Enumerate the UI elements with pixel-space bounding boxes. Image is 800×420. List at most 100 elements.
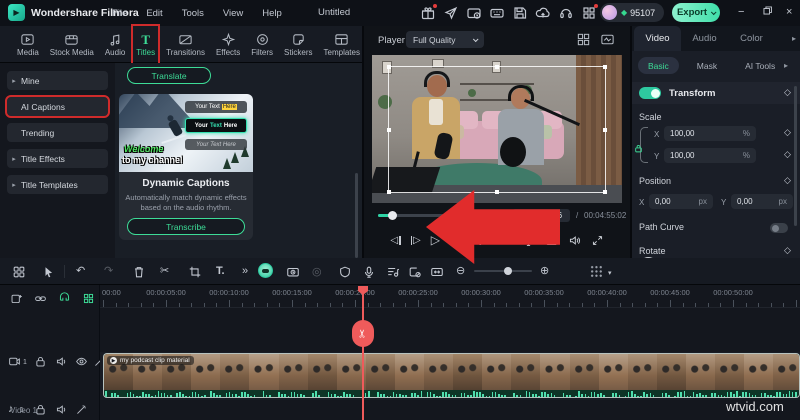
menu-edit[interactable]: Edit bbox=[146, 8, 162, 19]
preview-mode-icon[interactable] bbox=[600, 32, 615, 52]
tab-audio[interactable]: Audio bbox=[681, 26, 728, 51]
subtabs-overflow-chevron-icon[interactable]: ▸ bbox=[784, 61, 788, 70]
menu-view[interactable]: View bbox=[223, 8, 243, 19]
scale-y-keyframe-icon[interactable]: ◇ bbox=[784, 149, 791, 160]
tab-audio[interactable]: Audio bbox=[102, 26, 128, 63]
select-tool-icon[interactable] bbox=[42, 265, 56, 283]
gift-icon[interactable] bbox=[420, 4, 437, 21]
content-scrollbar[interactable] bbox=[355, 173, 358, 258]
transform-bounding-box[interactable] bbox=[387, 65, 607, 194]
audio-lock-icon[interactable] bbox=[34, 403, 47, 419]
tab-media[interactable]: Media bbox=[14, 26, 42, 63]
restore-button[interactable] bbox=[762, 5, 773, 19]
translate-button[interactable]: Translate bbox=[127, 67, 211, 84]
sidebar-item-ai-captions[interactable]: AI Captions bbox=[5, 95, 110, 118]
zoom-in-icon[interactable]: ⊕ bbox=[540, 264, 549, 278]
crop-icon[interactable] bbox=[188, 265, 202, 283]
add-track-icon[interactable] bbox=[10, 292, 23, 308]
tab-filters[interactable]: Filters bbox=[248, 26, 276, 63]
properties-scrollbar[interactable] bbox=[794, 86, 797, 226]
audio-marker-icon[interactable] bbox=[386, 265, 400, 283]
save-icon[interactable] bbox=[512, 5, 528, 21]
sidebar-item-mine[interactable]: ▸ Mine bbox=[7, 71, 108, 90]
user-avatar[interactable] bbox=[602, 5, 617, 20]
fit-timeline-icon[interactable] bbox=[430, 265, 444, 283]
fullscreen-icon[interactable] bbox=[591, 234, 604, 247]
undo-icon[interactable]: ↶ bbox=[76, 264, 85, 278]
tab-titles[interactable]: T Titles bbox=[131, 24, 161, 65]
position-x-input[interactable]: 0,00 px bbox=[649, 194, 713, 209]
link-clips-icon[interactable] bbox=[34, 292, 47, 308]
zoom-slider-handle[interactable] bbox=[504, 267, 512, 275]
promotion-icon[interactable] bbox=[443, 5, 459, 21]
tab-color[interactable]: Color bbox=[728, 26, 775, 51]
license-icon[interactable] bbox=[466, 5, 482, 21]
audio-mute-icon[interactable] bbox=[55, 403, 68, 419]
menu-tools[interactable]: Tools bbox=[182, 8, 204, 19]
workspace-grid-icon[interactable] bbox=[12, 265, 26, 283]
clip-disable-icon[interactable] bbox=[408, 265, 422, 283]
video-lock-icon[interactable] bbox=[34, 355, 47, 371]
seek-handle[interactable] bbox=[388, 211, 397, 220]
expand-arrow-icon[interactable]: ▸ bbox=[7, 77, 21, 85]
sidebar-item-title-templates[interactable]: ▸ Title Templates bbox=[7, 175, 108, 194]
video-mute-icon[interactable] bbox=[55, 355, 68, 371]
timeline-zoom-slider[interactable] bbox=[474, 267, 532, 275]
previous-frame-button[interactable]: ◁ bbox=[390, 235, 401, 246]
next-frame-button[interactable]: ▷ bbox=[410, 235, 421, 246]
tab-stock-media[interactable]: Stock Media bbox=[47, 26, 97, 63]
tab-transitions[interactable]: Transitions bbox=[163, 26, 208, 63]
points-badge[interactable]: ◆ 95107 bbox=[600, 3, 664, 22]
quality-dropdown[interactable]: Full Quality bbox=[406, 31, 484, 48]
subtab-basic[interactable]: Basic bbox=[638, 57, 679, 74]
timeline-ruler[interactable]: 00:00 00:00:05:00 00:00:10:00 00:00:15:00 00… bbox=[100, 285, 800, 308]
track-manager-icon[interactable] bbox=[590, 265, 603, 278]
screen-record-icon[interactable]: ◎ bbox=[312, 265, 322, 279]
transcribe-button[interactable]: Transcribe bbox=[127, 218, 245, 235]
mask-shield-icon[interactable] bbox=[338, 265, 352, 283]
ai-assistant-icon[interactable] bbox=[258, 263, 273, 278]
sidebar-item-trending[interactable]: Trending bbox=[7, 123, 108, 142]
more-tools-icon[interactable]: » bbox=[242, 264, 248, 278]
expand-arrow-icon[interactable]: ▸ bbox=[7, 181, 21, 189]
cloud-upload-icon[interactable] bbox=[535, 5, 551, 21]
minimize-button[interactable]: − bbox=[738, 6, 744, 18]
track-manager-chevron-icon[interactable]: ▾ bbox=[608, 267, 612, 281]
tabs-overflow-chevron-icon[interactable]: ▸ bbox=[792, 34, 796, 43]
dynamic-captions-card[interactable]: Welcome to my channel Your Text Here Your… bbox=[119, 94, 253, 240]
video-preview[interactable] bbox=[372, 55, 622, 203]
menu-help[interactable]: Help bbox=[262, 8, 282, 19]
redo-icon[interactable]: ↷ bbox=[104, 264, 113, 278]
scale-x-input[interactable]: 100,00 % bbox=[664, 126, 756, 141]
apps-grid-icon[interactable] bbox=[581, 4, 598, 21]
transform-toggle[interactable] bbox=[639, 87, 661, 99]
keyboard-icon[interactable] bbox=[489, 5, 505, 21]
rotate-keyframe-icon[interactable]: ◇ bbox=[784, 245, 791, 256]
scale-y-input[interactable]: 100,00 % bbox=[664, 148, 756, 163]
export-button[interactable]: Export bbox=[672, 3, 720, 22]
volume-icon[interactable] bbox=[568, 234, 581, 247]
multi-view-icon[interactable] bbox=[576, 32, 591, 52]
scale-x-keyframe-icon[interactable]: ◇ bbox=[784, 127, 791, 138]
subtab-ai-tools[interactable]: AI Tools bbox=[735, 57, 785, 74]
scale-lock-icon[interactable] bbox=[634, 140, 643, 158]
video-clip[interactable]: ▶ my podcast clip material bbox=[103, 353, 800, 398]
transform-keyframe-icon[interactable]: ◇ bbox=[784, 87, 791, 98]
sidebar-item-title-effects[interactable]: ▸ Title Effects bbox=[7, 149, 108, 168]
playhead-split-button[interactable]: ✂ bbox=[352, 320, 374, 347]
close-button[interactable]: × bbox=[786, 6, 792, 18]
split-icon[interactable]: ✂ bbox=[160, 264, 169, 278]
zoom-out-icon[interactable]: ⊖ bbox=[456, 264, 465, 278]
path-curve-toggle[interactable] bbox=[770, 223, 788, 233]
tab-effects[interactable]: Effects bbox=[213, 26, 243, 63]
expand-arrow-icon[interactable]: ▸ bbox=[7, 155, 21, 163]
position-y-input[interactable]: 0,00 px bbox=[731, 194, 793, 209]
audio-wand-icon[interactable] bbox=[75, 403, 88, 419]
menu-file[interactable]: File bbox=[112, 8, 127, 19]
playhead-line[interactable] bbox=[362, 287, 364, 420]
text-tool-icon[interactable]: T. bbox=[216, 264, 225, 278]
voiceover-mic-icon[interactable] bbox=[362, 265, 376, 283]
tab-templates[interactable]: Templates bbox=[321, 26, 363, 63]
magnetic-timeline-icon[interactable] bbox=[82, 292, 95, 308]
tab-stickers[interactable]: Stickers bbox=[281, 26, 315, 63]
